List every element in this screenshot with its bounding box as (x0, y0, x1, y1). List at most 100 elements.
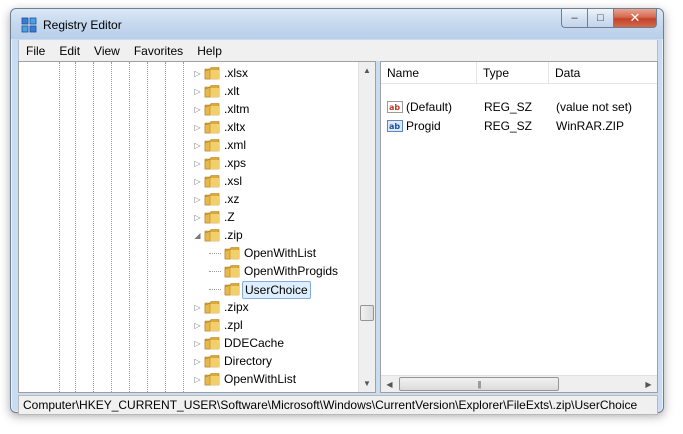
menu-help[interactable]: Help (190, 44, 229, 58)
window-title: Registry Editor (43, 18, 122, 32)
list-scroll-thumb[interactable]: ||| (399, 377, 559, 391)
tree-node-selected[interactable]: UserChoice (242, 281, 311, 299)
folder-icon (204, 319, 220, 332)
folder-icon (224, 283, 240, 296)
svg-text:ab: ab (389, 122, 400, 131)
expand-arrow-icon[interactable]: ▷ (193, 177, 202, 186)
folder-icon (204, 193, 220, 206)
tree-node[interactable]: Directory (222, 353, 274, 369)
svg-text:ab: ab (389, 103, 400, 112)
folder-icon (204, 121, 220, 134)
folder-icon (204, 355, 220, 368)
tree-node[interactable]: DDECache (222, 335, 286, 351)
maximize-button[interactable]: □ (587, 9, 613, 28)
column-header-name[interactable]: Name (381, 62, 477, 84)
expand-arrow-icon[interactable]: ▷ (193, 123, 202, 132)
tree-node[interactable]: OpenWithProgids (242, 263, 340, 279)
value-row[interactable]: ab Progid REG_SZ WinRAR.ZIP (381, 117, 657, 135)
tree-connector (209, 253, 221, 254)
tree-guide-line (183, 62, 184, 392)
tree-guide-line (147, 62, 148, 392)
menu-file[interactable]: File (19, 44, 52, 58)
tree-scroll-thumb[interactable] (360, 305, 374, 321)
title-bar[interactable]: Registry Editor – □ ✕ (11, 9, 663, 39)
tree-node[interactable]: OpenWithList (242, 245, 318, 261)
tree-node[interactable]: .Z (222, 209, 237, 225)
values-list-pane[interactable]: Name Type Data ab (Default) REG_SZ (valu… (380, 61, 658, 393)
folder-icon (204, 211, 220, 224)
tree-node[interactable]: OpenWithList (222, 371, 298, 387)
menu-edit[interactable]: Edit (52, 44, 87, 58)
expand-arrow-icon[interactable]: ▷ (193, 69, 202, 78)
expand-arrow-icon[interactable]: ▷ (193, 195, 202, 204)
list-horizontal-scrollbar[interactable]: ◀ ||| ▶ (381, 375, 657, 392)
minimize-button[interactable]: – (561, 9, 587, 28)
expand-arrow-icon[interactable]: ▷ (193, 105, 202, 114)
expand-arrow-icon[interactable]: ▷ (193, 375, 202, 384)
scroll-down-icon[interactable]: ▼ (359, 375, 375, 392)
folder-icon (204, 175, 220, 188)
tree-node[interactable]: .xlsx (222, 65, 250, 81)
tree-node[interactable]: .zipx (222, 299, 251, 315)
tree-node[interactable]: .xz (222, 191, 241, 207)
folder-icon (204, 139, 220, 152)
expand-arrow-icon[interactable]: ▷ (193, 159, 202, 168)
collapse-arrow-icon[interactable]: ◢ (193, 231, 202, 240)
registry-editor-window: Registry Editor – □ ✕ File Edit View Fav… (10, 8, 664, 415)
value-row[interactable]: ab (Default) REG_SZ (value not set) (381, 98, 657, 116)
column-header-data[interactable]: Data (549, 62, 657, 84)
tree-node[interactable]: .xltm (222, 101, 251, 117)
value-type: REG_SZ (484, 119, 533, 133)
tree-guide-line (75, 62, 76, 392)
column-header-type[interactable]: Type (477, 62, 549, 84)
registry-icon (21, 17, 37, 33)
tree-guide-line (93, 62, 94, 392)
value-name: (Default) (406, 100, 453, 114)
folder-icon (224, 265, 240, 278)
tree-guide-line (59, 62, 60, 392)
key-tree: ▷ .xlsx ▷ .xlt ▷ .xltm ▷ .xltx ▷ .xml ▷ .xps ▷ .xsl ▷.… (19, 62, 358, 392)
tree-node[interactable]: .zpl (222, 317, 245, 333)
tree-node[interactable]: .xml (222, 137, 248, 153)
menu-view[interactable]: View (87, 44, 127, 58)
expand-arrow-icon[interactable]: ▷ (193, 357, 202, 366)
tree-connector (209, 271, 221, 272)
folder-icon (204, 373, 220, 386)
expand-arrow-icon[interactable]: ▷ (193, 303, 202, 312)
expand-arrow-icon[interactable]: ▷ (193, 141, 202, 150)
tree-node[interactable]: .xps (222, 155, 248, 171)
list-header: Name Type Data (381, 62, 657, 84)
menu-bar: File Edit View Favorites Help (18, 40, 658, 61)
scroll-left-icon[interactable]: ◀ (381, 376, 398, 392)
folder-icon (204, 67, 220, 80)
expand-arrow-icon[interactable]: ▷ (193, 339, 202, 348)
scroll-right-icon[interactable]: ▶ (640, 376, 657, 392)
tree-node[interactable]: .zip (222, 227, 245, 243)
value-name: Progid (406, 119, 441, 133)
menu-favorites[interactable]: Favorites (127, 44, 190, 58)
expand-arrow-icon[interactable]: ▷ (193, 321, 202, 330)
tree-node[interactable]: .xltx (222, 119, 247, 135)
tree-vertical-scrollbar[interactable]: ▲ ▼ (358, 62, 375, 392)
folder-icon (204, 229, 220, 242)
status-bar: Computer\HKEY_CURRENT_USER\Software\Micr… (18, 395, 658, 415)
value-data: WinRAR.ZIP (556, 119, 625, 133)
close-button[interactable]: ✕ (613, 9, 657, 28)
scroll-up-icon[interactable]: ▲ (359, 62, 375, 79)
tree-node[interactable]: .xsl (222, 173, 244, 189)
value-data: (value not set) (556, 100, 633, 114)
value-type: REG_SZ (484, 100, 533, 114)
tree-connector (209, 289, 221, 290)
string-value-icon: ab (387, 101, 403, 113)
folder-icon (224, 247, 240, 260)
key-tree-pane[interactable]: ▷ .xlsx ▷ .xlt ▷ .xltm ▷ .xltx ▷ .xml ▷ .xps ▷ .xsl ▷.… (18, 61, 376, 393)
string-value-icon: ab (387, 120, 403, 132)
folder-icon (204, 85, 220, 98)
tree-node[interactable]: .xlt (222, 83, 241, 99)
tree-guide-line (111, 62, 112, 392)
key-path: Computer\HKEY_CURRENT_USER\Software\Micr… (23, 398, 638, 412)
folder-icon (204, 301, 220, 314)
expand-arrow-icon[interactable]: ▷ (193, 87, 202, 96)
folder-icon (204, 103, 220, 116)
expand-arrow-icon[interactable]: ▷ (193, 213, 202, 222)
